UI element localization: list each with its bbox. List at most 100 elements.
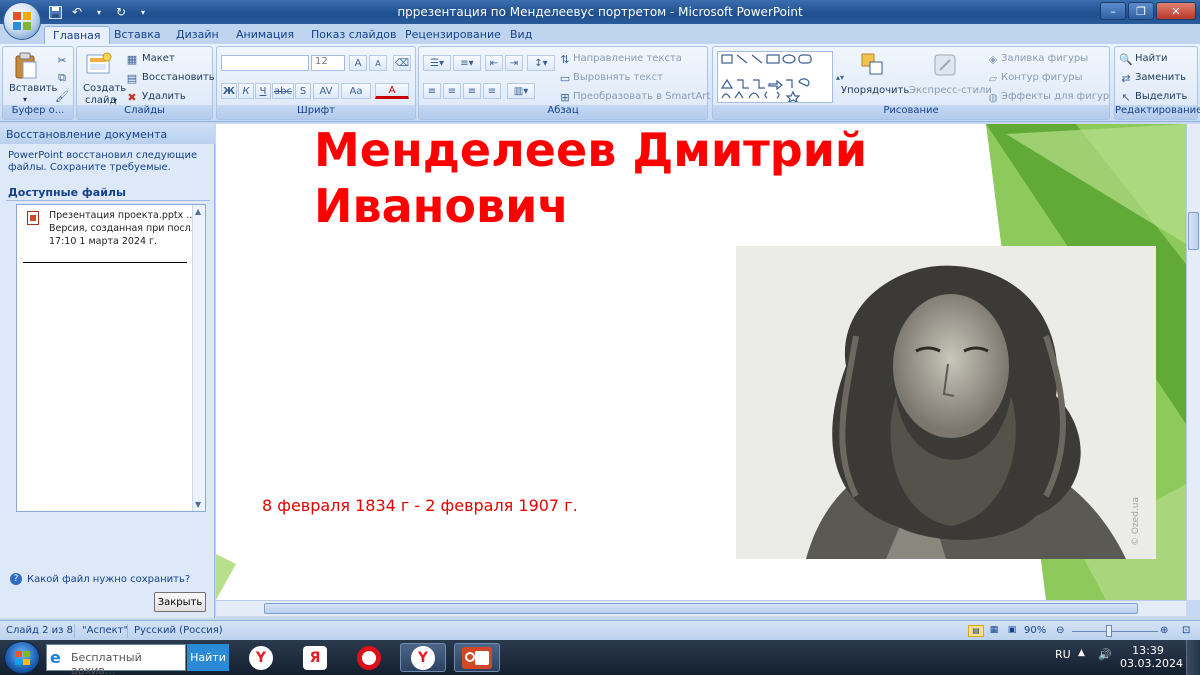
layout-button[interactable]: Макет — [142, 53, 175, 64]
convert-smartart-button[interactable]: Преобразовать в SmartArt — [573, 91, 710, 102]
shape-fill-button[interactable]: Заливка фигуры — [1001, 53, 1088, 64]
paste-dropdown-icon[interactable]: ▾ — [23, 95, 27, 104]
divider — [6, 200, 210, 201]
shadow-button[interactable]: S — [295, 83, 311, 99]
format-painter-icon[interactable]: 🖌 — [55, 89, 69, 103]
slide-title[interactable]: Менделеев Дмитрий Иванович — [314, 124, 954, 234]
vertical-scroll-thumb[interactable] — [1188, 212, 1199, 250]
align-right-icon[interactable]: ≡ — [463, 83, 481, 99]
slide-canvas[interactable]: Менделеев Дмитрий Иванович 8 февраля 183… — [216, 124, 1186, 600]
italic-button[interactable]: К — [238, 83, 254, 99]
volume-icon[interactable]: 🔊 — [1098, 648, 1112, 661]
change-case-button[interactable]: Aa — [341, 83, 371, 99]
paste-icon[interactable] — [13, 51, 39, 81]
strikethrough-button[interactable]: abc — [272, 83, 294, 99]
zoom-level[interactable]: 90% — [1024, 625, 1046, 636]
show-desktop-button[interactable] — [1186, 640, 1200, 675]
yandex-taskbar-icon[interactable]: Я — [292, 643, 338, 672]
tab-review[interactable]: Рецензирование — [397, 26, 509, 44]
numbering-icon[interactable]: ≡▾ — [453, 55, 481, 71]
align-center-icon[interactable]: ≡ — [443, 83, 461, 99]
shrink-font-button[interactable]: A — [369, 55, 387, 71]
quick-styles-button[interactable]: Экспресс-стили — [909, 85, 992, 96]
slide-sorter-icon[interactable]: ▦ — [986, 625, 1002, 637]
close-window-button[interactable]: ✕ — [1156, 2, 1196, 20]
arrange-button[interactable]: Упорядочить — [841, 85, 909, 96]
select-button[interactable]: Выделить — [1135, 91, 1187, 102]
paste-button[interactable]: Вставить — [9, 83, 57, 94]
new-slide-button[interactable]: Создать — [83, 83, 126, 94]
bullets-icon[interactable]: ☰▾ — [423, 55, 451, 71]
zoom-out-icon[interactable]: ⊖ — [1056, 625, 1064, 636]
normal-view-icon[interactable]: ▤ — [968, 625, 984, 637]
tray-expand-icon[interactable]: ▲ — [1078, 648, 1085, 658]
font-size-select[interactable]: 12 — [311, 55, 345, 71]
language-tray[interactable]: RU — [1055, 648, 1071, 661]
tab-view[interactable]: Вид — [502, 26, 540, 44]
opera-taskbar-icon[interactable] — [346, 643, 392, 672]
line-spacing-icon[interactable]: ↕▾ — [527, 55, 555, 71]
yandex-browser-active-taskbar-icon[interactable]: Y — [400, 643, 446, 672]
zoom-in-icon[interactable]: ⊕ — [1160, 625, 1168, 636]
recovered-file-name[interactable]: Презентация проекта.pptx ... — [49, 210, 195, 221]
scroll-up-icon[interactable]: ▲ — [195, 207, 201, 216]
tab-slideshow[interactable]: Показ слайдов — [303, 26, 405, 44]
zoom-slider[interactable] — [1072, 631, 1158, 632]
font-family-select[interactable] — [221, 55, 309, 71]
tab-home[interactable]: Главная — [44, 26, 110, 44]
text-direction-button[interactable]: Направление текста — [573, 53, 682, 64]
grow-font-button[interactable]: A — [349, 55, 367, 71]
decrease-indent-icon[interactable]: ⇤ — [485, 55, 503, 71]
zoom-slider-thumb[interactable] — [1106, 625, 1112, 637]
clear-formatting-icon[interactable]: ⌫ — [393, 55, 411, 71]
horizontal-scroll-thumb[interactable] — [264, 603, 1138, 614]
language-indicator[interactable]: Русский (Россия) — [134, 625, 223, 636]
scroll-down-icon[interactable]: ▼ — [195, 500, 201, 509]
fit-to-window-icon[interactable]: ⊡ — [1182, 625, 1190, 636]
bold-button[interactable]: Ж — [221, 83, 237, 99]
minimize-button[interactable]: – — [1100, 2, 1126, 20]
which-file-help-link[interactable]: ? Какой файл нужно сохранить? — [10, 573, 190, 585]
system-clock[interactable]: 13:39 03.03.2024 — [1120, 644, 1183, 670]
new-slide-dropdown-icon[interactable]: ▾ — [113, 96, 117, 105]
align-left-icon[interactable]: ≡ — [423, 83, 441, 99]
shape-effects-button[interactable]: Эффекты для фигур — [1001, 91, 1109, 102]
text-direction-icon: ⇅ — [560, 52, 570, 66]
reset-button[interactable]: Восстановить — [142, 72, 215, 83]
slide-dates[interactable]: 8 февраля 1834 г - 2 февраля 1907 г. — [262, 496, 578, 515]
office-button[interactable] — [3, 2, 41, 40]
search-go-button[interactable]: Найти — [187, 644, 229, 671]
help-link-text[interactable]: Какой файл нужно сохранить? — [27, 574, 190, 585]
close-pane-button[interactable]: Закрыть — [154, 592, 206, 612]
taskbar-search-input[interactable]: Бесплатный архив... — [46, 644, 186, 675]
font-color-button[interactable]: A — [375, 83, 409, 99]
shape-outline-button[interactable]: Контур фигуры — [1001, 72, 1083, 83]
slideshow-icon[interactable]: ▣ — [1004, 625, 1020, 637]
replace-button[interactable]: Заменить — [1135, 72, 1186, 83]
mendeleev-portrait[interactable]: © Ozed.ua — [736, 246, 1156, 559]
tab-animation[interactable]: Анимация — [228, 26, 302, 44]
slide-vertical-scrollbar[interactable] — [1186, 124, 1200, 600]
slide-horizontal-scrollbar[interactable] — [216, 600, 1186, 616]
columns-icon[interactable]: ▥▾ — [507, 83, 535, 99]
underline-button[interactable]: Ч — [255, 83, 271, 99]
increase-indent-icon[interactable]: ⇥ — [505, 55, 523, 71]
yandex-browser-taskbar-icon[interactable]: Y — [238, 643, 284, 672]
delete-slide-button[interactable]: Удалить — [142, 91, 186, 102]
find-button[interactable]: Найти — [1135, 53, 1167, 64]
align-text-button[interactable]: Выровнять текст — [573, 72, 663, 83]
copy-icon[interactable]: ⧉ — [55, 71, 69, 85]
tab-insert[interactable]: Вставка — [106, 26, 169, 44]
office-logo-icon — [13, 12, 33, 32]
new-slide-icon[interactable] — [85, 51, 113, 77]
slides-group: Создать слайд ▾ ▦ Макет ▤ Восстановить ✖… — [76, 46, 215, 120]
powerpoint-taskbar-icon[interactable] — [454, 643, 500, 672]
start-button[interactable] — [4, 641, 40, 674]
file-list-scrollbar[interactable]: ▲ ▼ — [192, 205, 205, 511]
tab-design[interactable]: Дизайн — [168, 26, 227, 44]
shapes-gallery[interactable] — [717, 51, 833, 103]
cut-icon[interactable]: ✂ — [55, 53, 69, 67]
char-spacing-button[interactable]: AV — [313, 83, 339, 99]
justify-icon[interactable]: ≡ — [483, 83, 501, 99]
maximize-button[interactable]: ❐ — [1128, 2, 1154, 20]
